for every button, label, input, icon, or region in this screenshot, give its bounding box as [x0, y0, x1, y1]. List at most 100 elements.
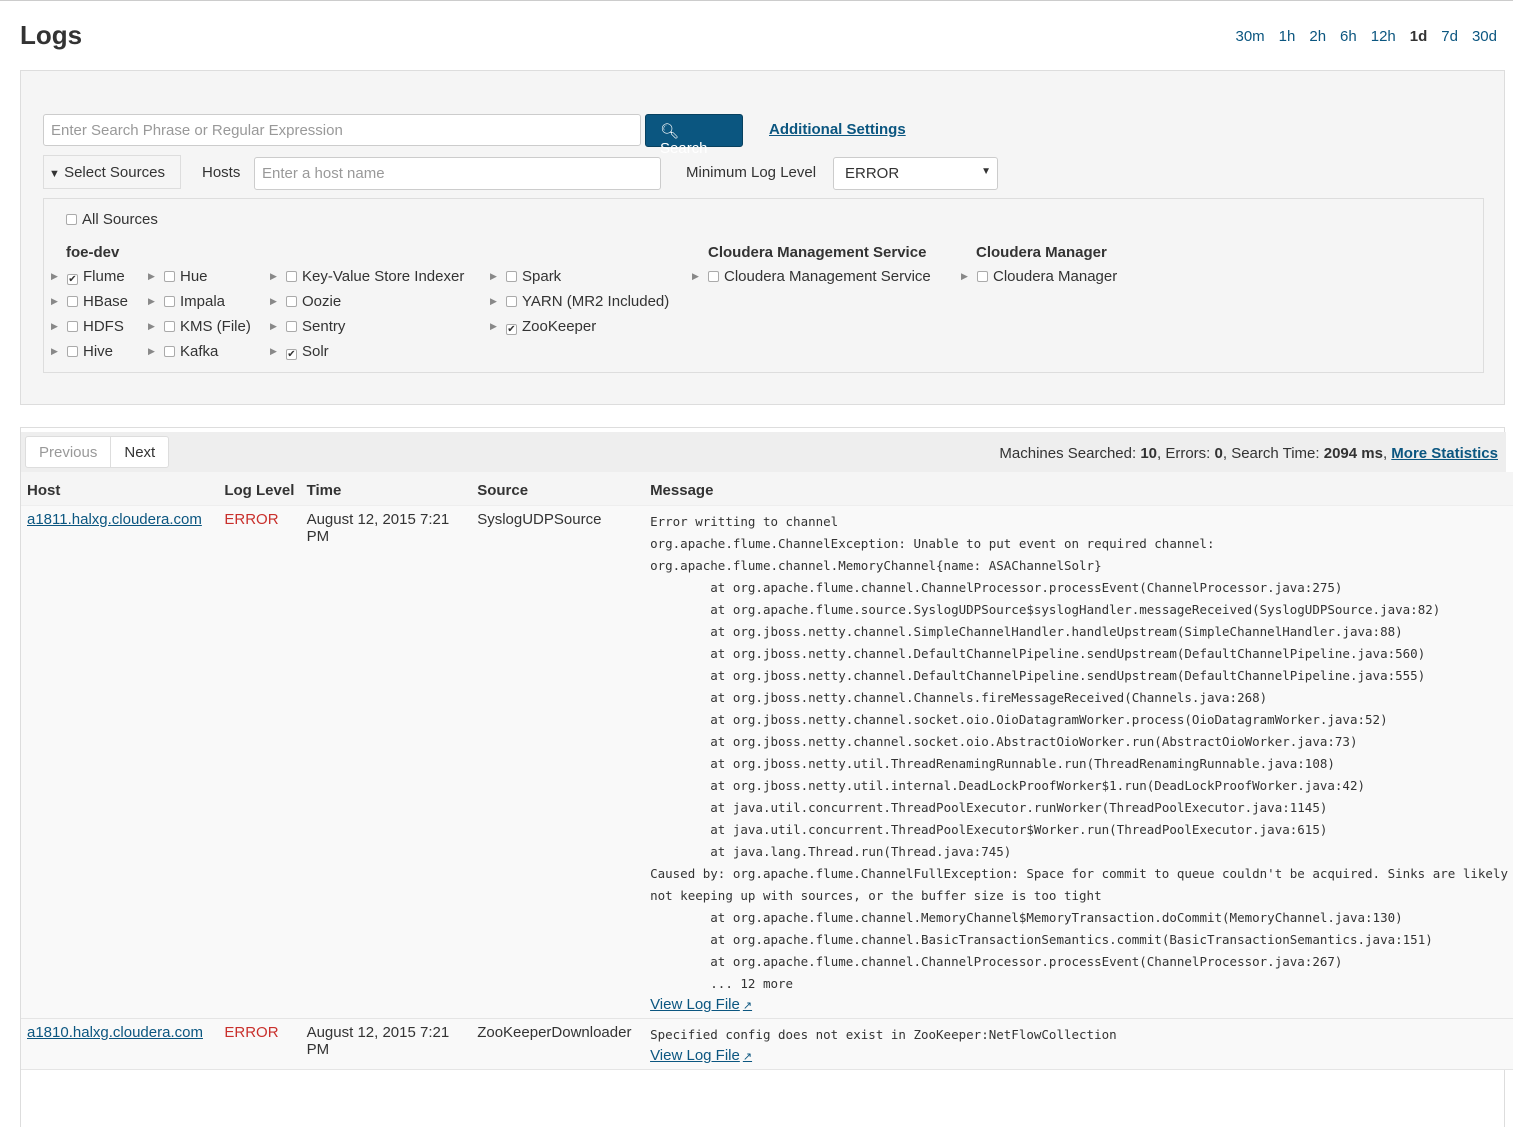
- previous-button[interactable]: Previous: [26, 437, 112, 467]
- expand-icon[interactable]: ▶: [51, 346, 67, 357]
- source-item[interactable]: ▶ Oozie: [270, 293, 341, 310]
- time-range-1d[interactable]: 1d: [1410, 28, 1428, 45]
- expand-icon[interactable]: ▶: [51, 271, 67, 282]
- external-link-icon: ↗: [742, 1051, 753, 1063]
- checkbox[interactable]: [977, 271, 988, 282]
- source-item[interactable]: ▶ Spark: [490, 268, 561, 285]
- log-time: August 12, 2015 7:21 PM: [300, 505, 472, 1019]
- log-source: SyslogUDPSource: [471, 505, 645, 1019]
- expand-icon[interactable]: ▶: [692, 271, 708, 282]
- group-heading: foe-dev: [66, 244, 120, 261]
- expand-icon[interactable]: ▶: [490, 321, 506, 332]
- time-range-30m[interactable]: 30m: [1235, 28, 1264, 45]
- view-log-file-link[interactable]: View Log File ↗: [650, 1046, 1508, 1067]
- checkbox[interactable]: [506, 296, 517, 307]
- source-item[interactable]: ▶ YARN (MR2 Included): [490, 293, 669, 310]
- search-panel: Enter Search Phrase or Regular Expressio…: [20, 70, 1505, 405]
- log-message: Specified config does not exist in ZooKe…: [650, 1027, 1117, 1042]
- min-log-level-label: Minimum Log Level: [686, 164, 817, 181]
- source-item[interactable]: ▶ Sentry: [270, 318, 345, 335]
- view-log-file-link[interactable]: View Log File ↗: [650, 995, 1508, 1016]
- hosts-label: Hosts: [202, 164, 241, 181]
- search-input[interactable]: Enter Search Phrase or Regular Expressio…: [43, 114, 641, 146]
- search-icon: 🔍︎: [660, 123, 680, 140]
- time-range-30d[interactable]: 30d: [1472, 28, 1497, 45]
- checkbox[interactable]: [67, 296, 78, 307]
- checkbox[interactable]: [164, 296, 175, 307]
- expand-icon[interactable]: ▶: [148, 296, 164, 307]
- expand-icon[interactable]: ▶: [51, 321, 67, 332]
- checkbox[interactable]: ✔: [506, 324, 517, 335]
- host-link[interactable]: a1811.halxg.cloudera.com: [27, 511, 202, 528]
- group-heading: Cloudera Manager: [976, 244, 1107, 261]
- expand-icon[interactable]: ▶: [270, 296, 286, 307]
- checkbox[interactable]: [286, 271, 297, 282]
- table-row: a1811.halxg.cloudera.com ERROR August 12, …: [21, 505, 1513, 1019]
- host-link[interactable]: a1810.halxg.cloudera.com: [27, 1024, 203, 1041]
- col-message: Message: [644, 472, 1513, 506]
- checkbox[interactable]: [286, 321, 297, 332]
- expand-icon[interactable]: ▶: [270, 271, 286, 282]
- external-link-icon: ↗: [742, 1000, 753, 1012]
- source-item[interactable]: ▶ KMS (File): [148, 318, 251, 335]
- checkbox[interactable]: [708, 271, 719, 282]
- source-item[interactable]: ▶ Impala: [148, 293, 225, 310]
- pager: Previous Next: [25, 436, 170, 468]
- caret-down-icon: ▼: [981, 166, 991, 177]
- time-range-7d[interactable]: 7d: [1441, 28, 1458, 45]
- checkbox[interactable]: ✔: [286, 349, 297, 360]
- time-range-1h[interactable]: 1h: [1279, 28, 1296, 45]
- checkbox[interactable]: [286, 296, 297, 307]
- source-item[interactable]: ▶ Hive: [51, 343, 113, 360]
- time-range-selector: 30m 1h 2h 6h 12h 1d 7d 30d: [1235, 28, 1497, 45]
- col-time: Time: [300, 472, 472, 506]
- expand-icon[interactable]: ▶: [51, 296, 67, 307]
- results-panel: Previous Next Machines Searched: 10, Err…: [20, 427, 1513, 1127]
- checkbox[interactable]: [164, 321, 175, 332]
- source-item[interactable]: ▶ HBase: [51, 293, 128, 310]
- next-button[interactable]: Next: [111, 437, 168, 467]
- more-statistics-link[interactable]: More Statistics: [1391, 445, 1498, 462]
- checkbox[interactable]: [506, 271, 517, 282]
- source-item[interactable]: ▶ ✔ Flume: [51, 268, 125, 285]
- checkbox[interactable]: [67, 346, 78, 357]
- time-range-2h[interactable]: 2h: [1309, 28, 1326, 45]
- source-item[interactable]: ▶ Hue: [148, 268, 208, 285]
- expand-icon[interactable]: ▶: [270, 321, 286, 332]
- checkbox[interactable]: ✔: [67, 274, 78, 285]
- checkbox[interactable]: [67, 321, 78, 332]
- page-title: Logs: [20, 20, 83, 50]
- source-item[interactable]: ▶ Kafka: [148, 343, 218, 360]
- expand-icon[interactable]: ▶: [961, 271, 977, 282]
- log-level: ERROR: [218, 505, 301, 1019]
- source-item[interactable]: ▶ Cloudera Management Service: [692, 268, 931, 285]
- log-time: August 12, 2015 7:21 PM: [300, 1018, 472, 1070]
- group-heading: Cloudera Management Service: [708, 244, 927, 261]
- expand-icon[interactable]: ▶: [148, 271, 164, 282]
- time-range-12h[interactable]: 12h: [1371, 28, 1396, 45]
- expand-icon[interactable]: ▶: [490, 296, 506, 307]
- select-sources-toggle[interactable]: ▼ Select Sources: [43, 155, 181, 189]
- source-item[interactable]: ▶ Key-Value Store Indexer: [270, 268, 464, 285]
- source-item[interactable]: ▶ ✔ Solr: [270, 343, 329, 360]
- search-button[interactable]: 🔍︎ Search: [645, 114, 743, 157]
- expand-icon[interactable]: ▶: [148, 346, 164, 357]
- log-message: Error writting to channel org.apache.flu…: [650, 514, 1508, 991]
- chevron-down-icon: ▼: [49, 168, 60, 180]
- source-item[interactable]: ▶ HDFS: [51, 318, 124, 335]
- search-stats: Machines Searched: 10, Errors: 0, Search…: [999, 445, 1498, 462]
- source-item[interactable]: ▶ Cloudera Manager: [961, 268, 1117, 285]
- expand-icon[interactable]: ▶: [490, 271, 506, 282]
- col-log-level: Log Level: [218, 472, 301, 506]
- additional-settings-link[interactable]: Additional Settings: [769, 121, 906, 138]
- expand-icon[interactable]: ▶: [270, 346, 286, 357]
- source-item[interactable]: ▶ ✔ ZooKeeper: [490, 318, 596, 335]
- checkbox[interactable]: [164, 271, 175, 282]
- min-log-level-select[interactable]: ERROR ▼: [833, 157, 998, 190]
- checkbox[interactable]: [164, 346, 175, 357]
- table-row: a1810.halxg.cloudera.com ERROR August 12, …: [21, 1018, 1513, 1070]
- all-sources-checkbox[interactable]: All Sources: [66, 211, 158, 228]
- expand-icon[interactable]: ▶: [148, 321, 164, 332]
- hosts-input[interactable]: Enter a host name: [254, 157, 661, 190]
- time-range-6h[interactable]: 6h: [1340, 28, 1357, 45]
